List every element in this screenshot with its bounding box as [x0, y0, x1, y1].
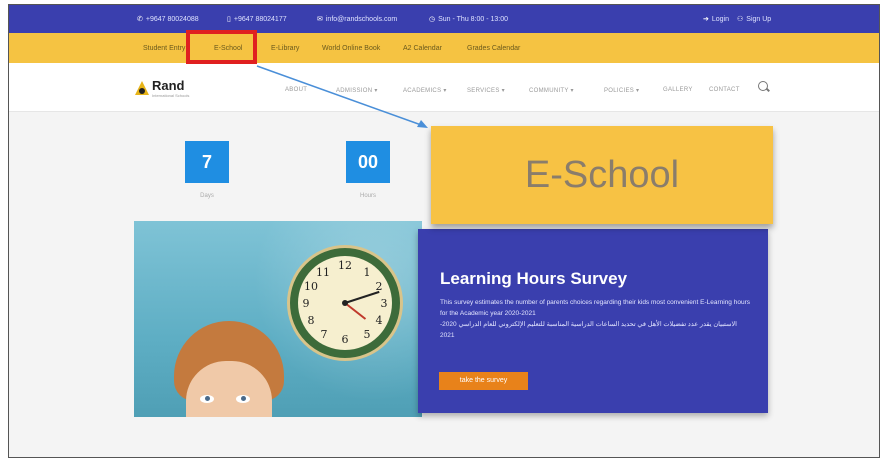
arrow-line — [256, 65, 425, 127]
callout-arrow — [256, 65, 428, 128]
